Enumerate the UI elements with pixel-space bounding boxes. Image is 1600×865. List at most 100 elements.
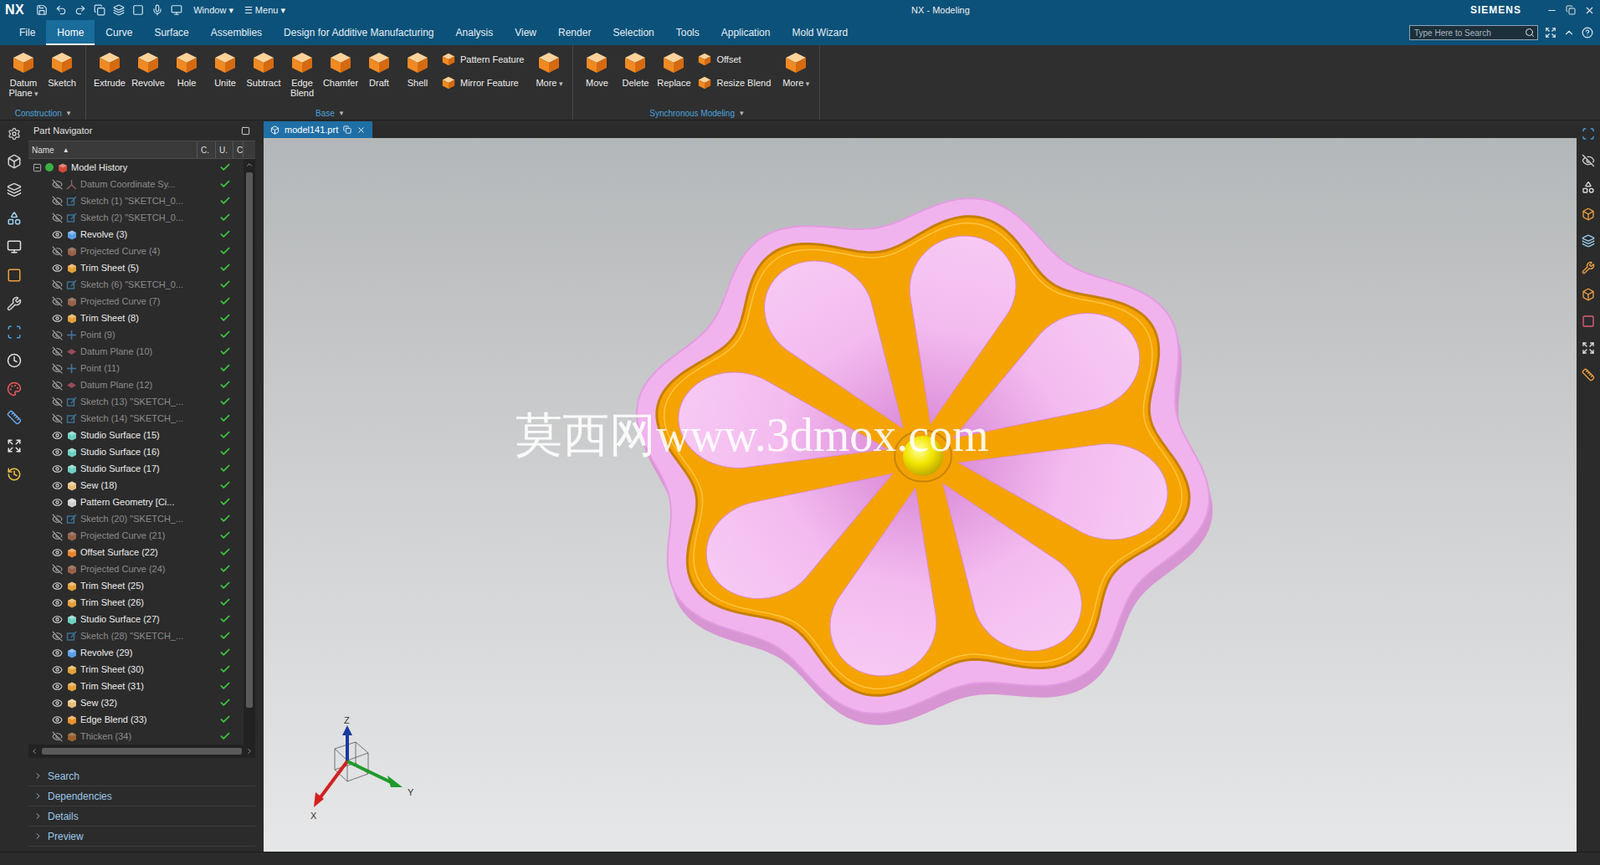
view-tool-icon[interactable] <box>1581 368 1595 382</box>
menu-tab[interactable]: Application <box>710 20 782 46</box>
tree-row[interactable]: Sketch (6) "SKETCH_0... <box>28 276 244 293</box>
eye-off-icon[interactable] <box>51 413 63 425</box>
eye-icon[interactable] <box>51 647 63 659</box>
tree-row[interactable]: Studio Surface (17) <box>28 460 244 477</box>
view-tool-icon[interactable] <box>1581 314 1595 329</box>
resource-icon[interactable] <box>6 381 22 397</box>
command-search[interactable] <box>1409 25 1539 41</box>
ribbon-button[interactable]: Sketch <box>43 48 81 88</box>
eye-icon[interactable] <box>51 463 63 475</box>
section-arrow-icon[interactable] <box>33 811 43 821</box>
eye-off-icon[interactable] <box>51 212 63 224</box>
frame-icon[interactable] <box>132 4 144 16</box>
close-tab-icon[interactable] <box>356 125 366 135</box>
tree-row[interactable]: Trim Sheet (5) <box>28 259 244 277</box>
ribbon-button[interactable]: Chamfer <box>322 48 359 88</box>
tree-row[interactable]: Trim Sheet (25) <box>28 577 244 595</box>
tree-row[interactable]: Sketch (2) "SKETCH_0... <box>28 209 244 226</box>
eye-icon[interactable] <box>51 547 63 559</box>
tree-row[interactable]: Pattern Geometry [Ci... <box>28 493 244 511</box>
search-icon[interactable] <box>1524 27 1535 38</box>
eye-icon[interactable] <box>51 229 63 241</box>
eye-icon[interactable] <box>51 312 63 324</box>
tree-row[interactable]: Revolve (3) <box>28 225 244 243</box>
tree-row[interactable]: Trim Sheet (31) <box>28 677 244 695</box>
eye-icon[interactable] <box>51 480 63 492</box>
column-title[interactable]: U. <box>215 141 234 159</box>
eye-icon[interactable] <box>51 262 63 274</box>
minimize-icon[interactable] <box>1546 5 1558 16</box>
menu-tab[interactable]: Tools <box>665 20 711 46</box>
tree-row[interactable]: Sketch (28) "SKETCH_... <box>28 627 244 645</box>
file-tab[interactable]: model141.prt <box>263 121 373 139</box>
tree-row[interactable]: Sketch (20) "SKETCH_... <box>28 510 244 528</box>
tree-row[interactable]: Sketch (14) "SKETCH_... <box>28 410 244 427</box>
menu-tab[interactable]: Home <box>46 20 95 46</box>
undo-icon[interactable] <box>55 4 67 16</box>
tree-row[interactable]: Sketch (1) "SKETCH_0... <box>28 192 244 210</box>
scroll-right-icon[interactable] <box>245 747 254 756</box>
quick-menu[interactable]: ☰ Menu ▾ <box>244 5 286 16</box>
menu-tab[interactable]: Assemblies <box>200 20 273 46</box>
graphics-canvas[interactable]: 莫西网www.3dmox.comXYZ <box>263 138 1577 852</box>
tree-row[interactable]: Projected Curve (7) <box>28 292 244 310</box>
tree-row[interactable]: Trim Sheet (8) <box>28 309 244 327</box>
eye-off-icon[interactable] <box>51 530 63 542</box>
ribbon-button[interactable]: Move <box>578 48 616 88</box>
column-title[interactable]: C. <box>197 141 216 159</box>
ribbon-small-button[interactable]: Offset <box>697 51 771 67</box>
tree-row[interactable]: Datum Plane (12) <box>28 376 244 394</box>
ribbon-small-button[interactable]: Pattern Feature <box>441 51 524 67</box>
copy-icon[interactable] <box>93 4 106 16</box>
eye-off-icon[interactable] <box>51 564 63 575</box>
tree-row[interactable]: Datum Plane (10) <box>28 343 244 360</box>
tree-row[interactable]: Projected Curve (4) <box>28 242 244 260</box>
group-caret[interactable]: ▾ <box>339 108 344 118</box>
eye-off-icon[interactable] <box>51 279 63 291</box>
ribbon-button[interactable]: Datum Plane ▾ <box>5 48 42 99</box>
ribbon-button[interactable]: Edge Blend <box>283 48 321 98</box>
resource-icon[interactable] <box>6 210 22 226</box>
layers-icon[interactable] <box>112 4 125 16</box>
search-input[interactable] <box>1412 27 1525 39</box>
resource-icon[interactable] <box>6 296 22 312</box>
eye-icon[interactable] <box>51 446 63 458</box>
eye-off-icon[interactable] <box>51 195 63 207</box>
scroll-up-icon[interactable] <box>245 160 254 170</box>
axis-triad[interactable]: XYZ <box>297 715 431 825</box>
help-icon[interactable] <box>1581 26 1594 39</box>
resource-icon[interactable] <box>6 353 22 369</box>
resource-icon[interactable] <box>6 410 22 426</box>
resource-icon[interactable] <box>6 182 22 198</box>
tree-row[interactable]: Offset Surface (22) <box>28 543 244 561</box>
tree-row[interactable]: Projected Curve (21) <box>28 527 244 544</box>
eye-off-icon[interactable] <box>51 513 63 525</box>
eye-icon[interactable] <box>51 714 63 726</box>
tree-row[interactable]: Trim Sheet (26) <box>28 594 244 611</box>
eye-off-icon[interactable] <box>51 329 63 341</box>
menu-tab[interactable]: View <box>503 20 548 46</box>
tree-row[interactable]: Studio Surface (15) <box>28 426 244 444</box>
menu-tab[interactable]: Surface <box>143 20 200 46</box>
restore-icon[interactable] <box>1565 5 1576 16</box>
eye-icon[interactable] <box>51 614 63 626</box>
view-tool-icon[interactable] <box>1581 261 1595 275</box>
menu-tab[interactable]: Selection <box>601 20 665 46</box>
eye-icon[interactable] <box>51 497 63 508</box>
eye-off-icon[interactable] <box>51 731 63 743</box>
tree-row[interactable]: Trim Sheet (30) <box>28 661 244 678</box>
menu-tab[interactable]: Design for Additive Manufacturing <box>272 20 445 46</box>
view-tool-icon[interactable] <box>1581 287 1595 302</box>
view-tool-icon[interactable] <box>1581 127 1595 141</box>
eye-off-icon[interactable] <box>51 630 63 642</box>
resource-icon[interactable] <box>6 438 22 454</box>
microphone-icon[interactable] <box>151 4 164 16</box>
eye-icon[interactable] <box>51 580 63 592</box>
eye-off-icon[interactable] <box>51 379 63 391</box>
gear-icon[interactable] <box>7 127 21 141</box>
undock-icon[interactable] <box>343 125 352 134</box>
navigator-section[interactable]: Preview <box>28 826 256 847</box>
section-arrow-icon[interactable] <box>33 771 43 781</box>
scroll-left-icon[interactable] <box>30 747 39 756</box>
resource-icon[interactable] <box>6 466 22 483</box>
